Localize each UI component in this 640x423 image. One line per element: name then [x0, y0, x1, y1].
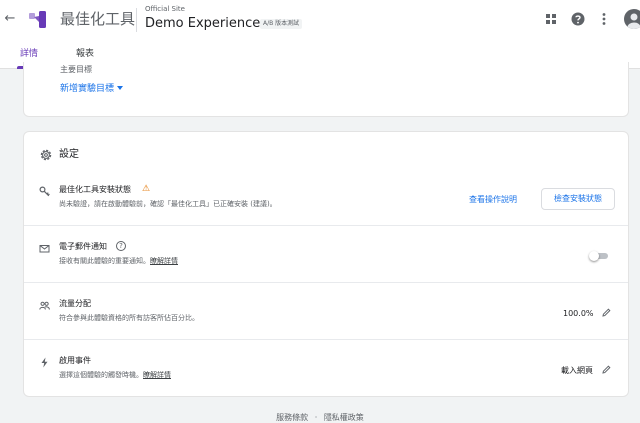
help-icon[interactable]	[571, 12, 585, 26]
check-install-button[interactable]: 檢查安裝狀態	[541, 188, 615, 210]
activation-event-title: 啟用事件	[59, 356, 91, 365]
dropdown-caret-icon	[117, 86, 123, 90]
warning-icon: ⚠	[142, 184, 151, 194]
optimize-logo-icon	[29, 11, 46, 28]
privacy-link[interactable]: 隱私權政策	[324, 413, 364, 422]
install-status-title: 最佳化工具安裝狀態	[59, 185, 131, 194]
site-label: Official Site	[145, 5, 185, 13]
settings-card: 設定 最佳化工具安裝狀態 ⚠ 尚未驗證，請在啟動體驗前，確認「最佳化工具」已正確…	[23, 131, 629, 397]
view-guide-button[interactable]: 查看操作說明	[469, 194, 517, 205]
more-vert-icon[interactable]	[597, 12, 611, 26]
bolt-icon	[41, 357, 48, 368]
footer: 服務條款 · 隱私權政策	[0, 413, 640, 423]
terms-link[interactable]: 服務條款	[276, 413, 308, 422]
experience-type-badge: A/B 版本測試	[260, 19, 303, 29]
settings-row-traffic: 流量分配 符合參與此體驗資格的所有訪客所佔百分比。 100.0%	[24, 284, 628, 340]
objectives-label: 主要目標	[60, 65, 92, 74]
settings-row-install-status: 最佳化工具安裝狀態 ⚠ 尚未驗證，請在啟動體驗前，確認「最佳化工具」已正確安裝 …	[24, 170, 628, 226]
email-notification-toggle[interactable]	[589, 251, 609, 261]
objectives-card: 主要目標 新增實驗目標	[23, 62, 629, 117]
experience-name[interactable]: Demo Experience	[145, 15, 260, 32]
tab-reports[interactable]: 報表	[76, 48, 94, 60]
traffic-allocation-title: 流量分配	[59, 299, 91, 308]
footer-separator: ·	[314, 413, 318, 422]
toggle-thumb	[589, 251, 599, 261]
email-notification-description: 接收有關此體驗的重要通知。瞭解詳情	[59, 257, 178, 265]
install-status-description: 尚未驗證，請在啟動體驗前，確認「最佳化工具」已正確安裝 (建議)。	[59, 200, 277, 208]
traffic-allocation-value: 100.0%	[563, 309, 594, 318]
email-learn-more-link[interactable]: 瞭解詳情	[150, 257, 178, 265]
settings-row-activation: 啟用事件 選擇這個體驗的觸發時機。瞭解詳情 載入網頁	[24, 341, 628, 397]
activation-event-value: 載入網頁	[561, 366, 593, 375]
key-icon	[39, 186, 50, 197]
tab-details[interactable]: 詳情	[20, 48, 38, 60]
add-objective-button[interactable]: 新增實驗目標	[60, 83, 114, 95]
help-circle-icon[interactable]: ?	[116, 241, 126, 251]
edit-activation-pencil-icon[interactable]	[602, 365, 611, 374]
edit-traffic-pencil-icon[interactable]	[602, 308, 611, 317]
back-arrow-icon[interactable]: ←	[3, 10, 17, 28]
activation-learn-more-link[interactable]: 瞭解詳情	[143, 371, 171, 379]
top-app-bar: ← 最佳化工具 Official Site Demo Experience A/…	[0, 0, 640, 40]
traffic-allocation-description: 符合參與此體驗資格的所有訪客所佔百分比。	[59, 314, 199, 322]
avatar[interactable]	[624, 9, 640, 29]
avatar-person-icon	[627, 13, 640, 29]
header-divider	[136, 8, 137, 32]
activation-event-description: 選擇這個體驗的觸發時機。瞭解詳情	[59, 371, 171, 379]
settings-row-email: 電子郵件通知 ? 接收有關此體驗的重要通知。瞭解詳情	[24, 227, 628, 283]
product-name: 最佳化工具	[60, 10, 136, 28]
apps-grid-icon[interactable]	[544, 12, 558, 26]
settings-title: 設定	[59, 149, 79, 160]
people-icon	[39, 301, 50, 310]
email-notification-title: 電子郵件通知	[59, 242, 107, 251]
gear-icon	[40, 149, 52, 161]
email-icon	[39, 245, 50, 253]
